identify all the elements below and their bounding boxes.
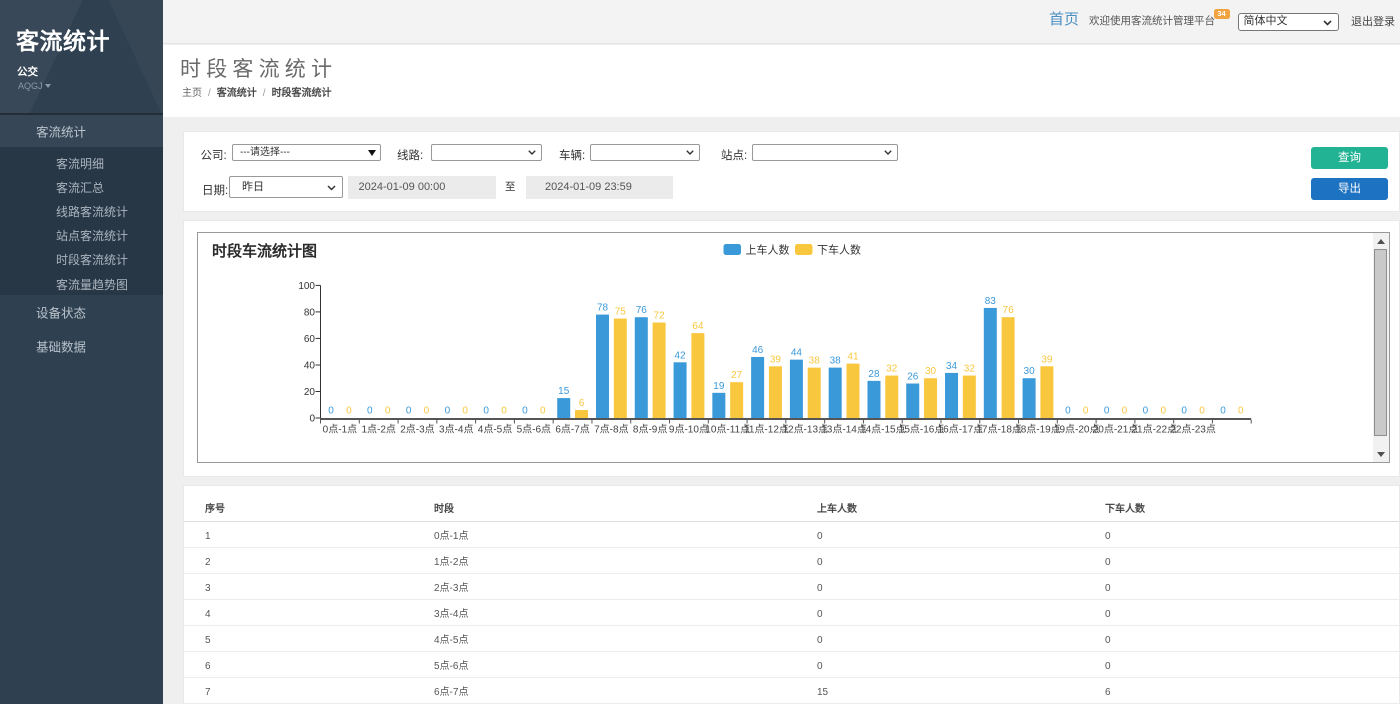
- svg-text:0: 0: [1143, 406, 1149, 417]
- svg-text:38: 38: [830, 356, 842, 367]
- svg-text:上车人数: 上车人数: [746, 243, 790, 257]
- svg-text:9点-10点: 9点-10点: [669, 424, 709, 436]
- svg-text:32: 32: [886, 364, 898, 375]
- svg-text:42: 42: [675, 350, 687, 361]
- svg-text:27: 27: [731, 370, 743, 381]
- svg-text:0: 0: [1065, 406, 1071, 417]
- svg-text:41: 41: [847, 352, 859, 363]
- svg-text:5点-6点: 5点-6点: [517, 424, 551, 436]
- svg-text:72: 72: [654, 311, 666, 322]
- svg-text:39: 39: [1041, 354, 1053, 365]
- svg-text:28: 28: [868, 369, 880, 380]
- svg-text:2点-3点: 2点-3点: [400, 424, 434, 436]
- svg-text:34: 34: [946, 361, 958, 372]
- svg-text:15: 15: [558, 386, 570, 397]
- svg-text:0: 0: [309, 414, 315, 425]
- svg-text:0: 0: [1181, 406, 1187, 417]
- svg-text:19: 19: [713, 381, 725, 392]
- svg-text:80: 80: [304, 307, 316, 318]
- svg-text:100: 100: [298, 281, 315, 292]
- svg-text:44: 44: [791, 348, 803, 359]
- svg-text:3点-4点: 3点-4点: [439, 424, 473, 436]
- svg-text:39: 39: [770, 354, 782, 365]
- svg-text:7点-8点: 7点-8点: [594, 424, 628, 436]
- svg-text:8点-9点: 8点-9点: [633, 424, 667, 436]
- svg-text:0: 0: [1238, 406, 1244, 417]
- svg-text:时段车流统计图: 时段车流统计图: [212, 242, 317, 260]
- svg-text:1点-2点: 1点-2点: [361, 424, 395, 436]
- svg-text:0: 0: [328, 406, 334, 417]
- svg-text:0: 0: [385, 406, 391, 417]
- svg-text:30: 30: [1024, 366, 1036, 377]
- svg-text:0: 0: [424, 406, 430, 417]
- svg-text:0: 0: [1083, 406, 1089, 417]
- svg-text:46: 46: [752, 345, 764, 356]
- svg-text:32: 32: [964, 364, 976, 375]
- svg-text:75: 75: [615, 307, 627, 318]
- svg-text:0: 0: [1199, 406, 1205, 417]
- svg-text:0: 0: [1104, 406, 1110, 417]
- svg-text:0: 0: [346, 406, 352, 417]
- svg-text:4点-5点: 4点-5点: [478, 424, 512, 436]
- svg-text:76: 76: [1003, 305, 1015, 316]
- svg-text:0: 0: [522, 406, 528, 417]
- svg-text:下车人数: 下车人数: [817, 243, 861, 257]
- svg-text:6: 6: [579, 398, 585, 409]
- svg-text:0点-1点: 0点-1点: [323, 424, 357, 436]
- svg-text:64: 64: [692, 321, 704, 332]
- svg-text:0: 0: [462, 406, 468, 417]
- svg-text:6点-7点: 6点-7点: [555, 424, 589, 436]
- svg-text:0: 0: [540, 406, 546, 417]
- svg-text:60: 60: [304, 334, 316, 345]
- svg-text:83: 83: [985, 296, 997, 307]
- svg-text:30: 30: [925, 366, 937, 377]
- svg-text:0: 0: [406, 406, 412, 417]
- svg-text:0: 0: [445, 406, 451, 417]
- svg-text:0: 0: [483, 406, 489, 417]
- svg-text:22点-23点: 22点-23点: [1170, 424, 1216, 436]
- svg-text:0: 0: [1160, 406, 1166, 417]
- svg-text:26: 26: [907, 372, 919, 383]
- svg-text:20: 20: [304, 387, 316, 398]
- svg-text:0: 0: [1220, 406, 1226, 417]
- svg-text:0: 0: [1122, 406, 1128, 417]
- svg-text:76: 76: [636, 305, 648, 316]
- svg-text:38: 38: [809, 356, 821, 367]
- svg-text:78: 78: [597, 303, 609, 314]
- svg-text:40: 40: [304, 361, 316, 372]
- svg-text:0: 0: [367, 406, 373, 417]
- svg-text:0: 0: [501, 406, 507, 417]
